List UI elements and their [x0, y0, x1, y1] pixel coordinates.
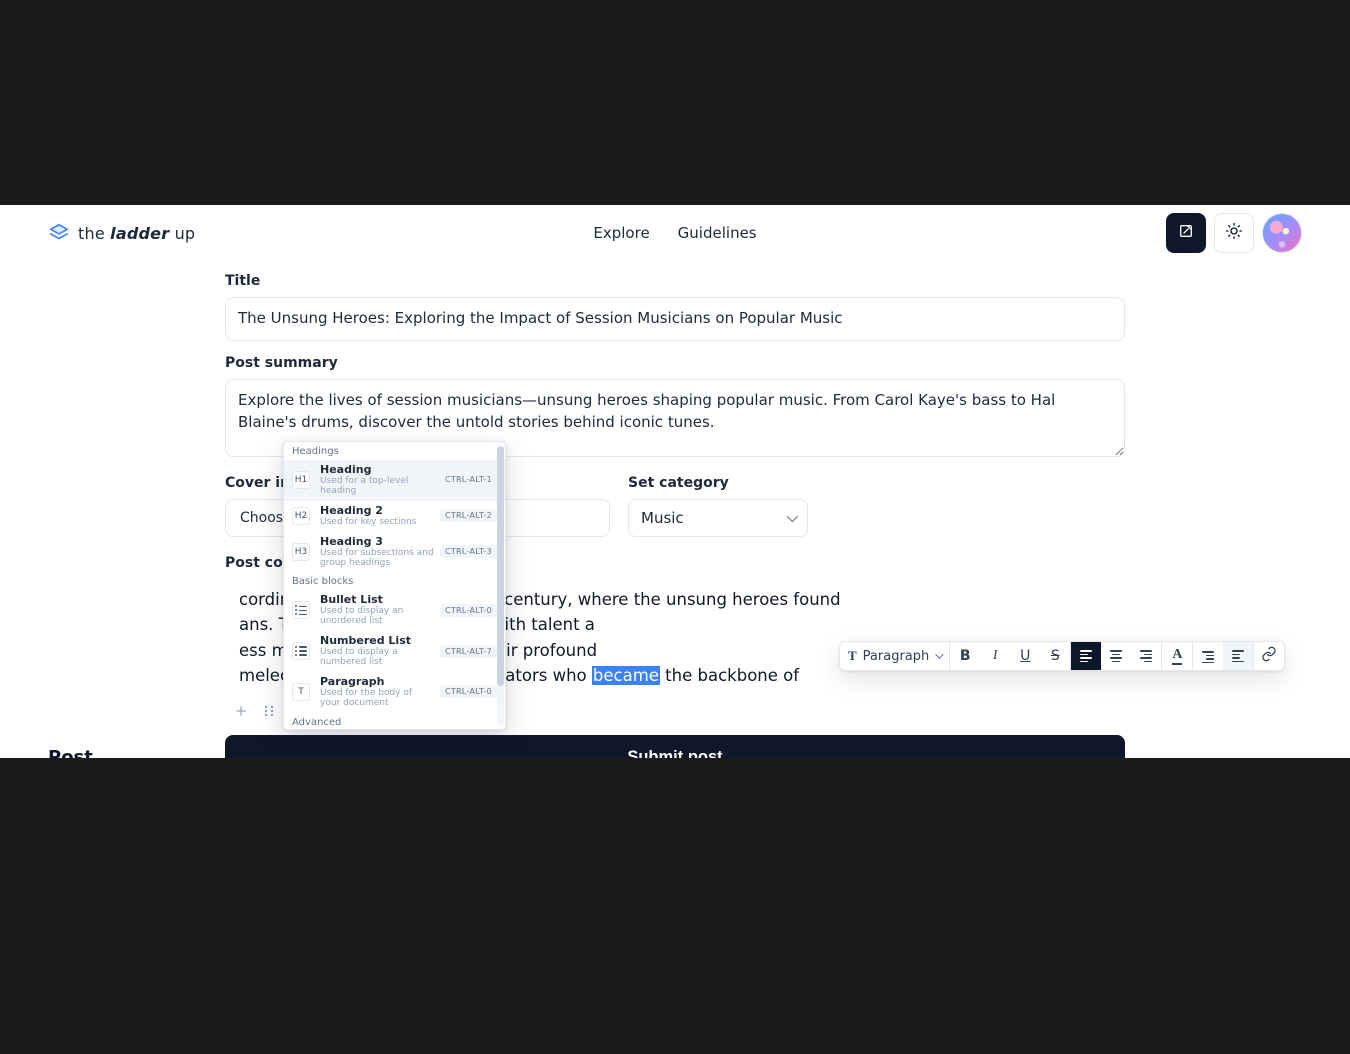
text-color-icon: A: [1172, 648, 1182, 665]
bm-item-title: Heading 2: [320, 504, 383, 517]
bm-item-title: Bullet List: [320, 593, 383, 606]
bm-item-title: Heading 3: [320, 535, 383, 548]
nav-center: Explore Guidelines: [593, 224, 756, 242]
strikethrough-button[interactable]: S: [1040, 642, 1070, 670]
label-title: Title: [225, 273, 1125, 289]
bullet-list-icon: [292, 601, 310, 619]
bm-item-sub: Used for the body of your document: [320, 689, 434, 709]
text-color-button[interactable]: A: [1162, 642, 1192, 670]
bm-item-kbd: CTRL-ALT-1: [440, 473, 497, 486]
bm-item-paragraph[interactable]: T Paragraph Used for the body of your do…: [284, 672, 505, 713]
align-center-icon: [1110, 650, 1122, 662]
category-value: Music: [641, 509, 684, 527]
bm-group-headings: Headings: [284, 442, 505, 460]
brand[interactable]: the ladder up: [48, 222, 195, 244]
type-icon: T: [848, 648, 857, 664]
outdent-icon: [1232, 650, 1244, 662]
paragraph-icon: T: [292, 683, 310, 701]
avatar[interactable]: [1262, 213, 1302, 253]
numbered-list-icon: [292, 642, 310, 660]
selected-text: became: [592, 666, 660, 685]
formatting-toolbar: T Paragraph B I U S A: [839, 641, 1285, 671]
theme-toggle-button[interactable]: [1214, 213, 1254, 253]
nav-guidelines[interactable]: Guidelines: [678, 224, 757, 242]
chevron-down-icon: [935, 650, 943, 658]
italic-button[interactable]: I: [980, 642, 1010, 670]
bm-item-sub: Used to display a numbered list: [320, 648, 434, 668]
footer-cutoff-text: Post: [48, 747, 93, 758]
link-button[interactable]: [1254, 642, 1284, 670]
h1-icon: H1: [292, 471, 310, 489]
block-type-menu: Headings H1 Heading Used for a top-level…: [283, 441, 506, 730]
bm-item-kbd: CTRL-ALT-7: [440, 645, 497, 658]
bm-item-kbd: CTRL-ALT-0: [440, 604, 497, 617]
bm-item-kbd: CTRL-ALT-2: [440, 509, 497, 522]
indent-button[interactable]: [1193, 642, 1223, 670]
bm-group-basic: Basic blocks: [284, 572, 505, 590]
chevron-down-icon: [787, 511, 798, 522]
app-header: the ladder up Explore Guidelines: [0, 205, 1350, 261]
label-category: Set category: [628, 475, 808, 491]
align-left-button[interactable]: [1071, 642, 1101, 670]
brand-text: the ladder up: [78, 224, 195, 243]
bm-item-sub: Used to display an unordered list: [320, 607, 434, 627]
bm-item-sub: Used for subsections and group headings: [320, 549, 434, 569]
bm-item-heading-2[interactable]: H2 Heading 2 Used for key sections CTRL-…: [284, 501, 505, 532]
stack-icon: [48, 222, 70, 244]
category-select[interactable]: Music: [628, 499, 808, 537]
compose-button[interactable]: [1166, 213, 1206, 253]
bm-item-kbd: CTRL-ALT-0: [440, 685, 497, 698]
bm-scrollbar-thumb[interactable]: [497, 446, 504, 686]
post-text-fragment: the backbone of: [660, 666, 799, 685]
bm-group-advanced: Advanced: [284, 713, 505, 727]
label-summary: Post summary: [225, 355, 1125, 371]
header-right: [1166, 213, 1302, 253]
title-input[interactable]: [225, 297, 1125, 341]
bm-item-heading-3[interactable]: H3 Heading 3 Used for subsections and gr…: [284, 532, 505, 573]
bm-item-heading-1[interactable]: H1 Heading Used for a top-level heading …: [284, 460, 505, 501]
block-type-dropdown[interactable]: T Paragraph: [840, 642, 949, 670]
bold-button[interactable]: B: [950, 642, 980, 670]
bm-item-title: Numbered List: [320, 634, 411, 647]
add-block-button[interactable]: [233, 703, 249, 719]
underline-button[interactable]: U: [1010, 642, 1040, 670]
nav-explore[interactable]: Explore: [593, 224, 649, 242]
align-right-icon: [1140, 650, 1152, 662]
bm-item-title: Heading: [320, 463, 371, 476]
bm-item-sub: Used for key sections: [320, 518, 434, 528]
h3-icon: H3: [292, 543, 310, 561]
align-right-button[interactable]: [1131, 642, 1161, 670]
align-center-button[interactable]: [1101, 642, 1131, 670]
link-icon: [1261, 646, 1277, 666]
bm-item-numbered-list[interactable]: Numbered List Used to display a numbered…: [284, 631, 505, 672]
align-left-icon: [1080, 650, 1092, 662]
bm-item-title: Paragraph: [320, 675, 384, 688]
h2-icon: H2: [292, 507, 310, 525]
drag-handle-icon[interactable]: [261, 703, 277, 719]
block-type-label: Paragraph: [863, 649, 930, 664]
edit-square-icon: [1178, 223, 1194, 243]
sun-icon: [1225, 222, 1243, 244]
outdent-button[interactable]: [1223, 642, 1253, 670]
submit-post-button[interactable]: Submit post: [225, 735, 1125, 758]
bm-item-kbd: CTRL-ALT-3: [440, 545, 497, 558]
bm-item-sub: Used for a top-level heading: [320, 477, 434, 497]
indent-icon: [1202, 649, 1214, 663]
bm-item-bullet-list[interactable]: Bullet List Used to display an unordered…: [284, 590, 505, 631]
